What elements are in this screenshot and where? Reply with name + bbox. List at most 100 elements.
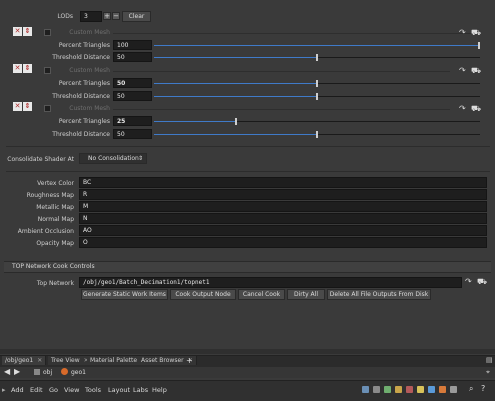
lod-3-percent-field[interactable]: 25 — [113, 116, 152, 126]
lod-2-threshold-field[interactable]: 50 — [113, 91, 152, 101]
consolidate-menu[interactable]: No Consolidation ⇕ — [79, 153, 147, 164]
consolidate-value: No Consolidation — [88, 155, 139, 162]
grid-icon[interactable] — [373, 386, 380, 393]
generate-static-work-items-button[interactable]: Generate Static Work Items — [81, 289, 168, 300]
map-label-metallic: Metallic Map — [36, 204, 74, 211]
pin-icon[interactable]: ⌖ — [486, 368, 490, 377]
back-arrow-icon[interactable]: ◀ — [4, 367, 10, 376]
lod-1-node-icon[interactable]: ↷ — [459, 28, 466, 37]
menu-layout[interactable]: Layout — [108, 386, 130, 394]
lods-add-button[interactable]: + — [103, 12, 111, 20]
menu-labs[interactable]: Labs — [133, 386, 148, 394]
lod-1-threshold-field[interactable]: 50 — [113, 52, 152, 62]
chooser-icon[interactable]: ⛟ — [477, 277, 487, 287]
toggle-icon[interactable]: ▸ — [2, 386, 6, 394]
lod-1-custom-mesh-checkbox[interactable] — [44, 29, 51, 36]
image-icon[interactable] — [417, 386, 424, 393]
reorder-icon: ⇕ — [23, 102, 32, 111]
lod-1-custom-mesh-label: Custom Mesh — [69, 29, 110, 36]
lod-3-custom-mesh-checkbox[interactable] — [44, 105, 51, 112]
path-obj[interactable]: obj — [43, 369, 52, 376]
lod-3-multiparm-buttons[interactable]: ✕ ⇕ — [13, 102, 34, 111]
delete-file-outputs-button[interactable]: Delete All File Outputs From Disk — [327, 289, 431, 300]
lod-1-threshold-slider[interactable] — [154, 54, 480, 61]
map-field-vertex-color[interactable]: BC — [79, 177, 487, 188]
lod-3-threshold-slider[interactable] — [154, 131, 480, 138]
map-field-metallic[interactable]: M — [79, 201, 487, 212]
menu-help[interactable]: Help — [152, 386, 167, 394]
slider-fill — [154, 57, 317, 58]
tree-icon[interactable] — [384, 386, 391, 393]
map-label-normal: Normal Map — [37, 216, 74, 223]
lod-1-multiparm-buttons[interactable]: ✕ ⇕ — [13, 27, 34, 36]
search-icon[interactable]: ⌕ — [469, 384, 473, 394]
lods-label: LODs — [57, 13, 73, 20]
menu-tools[interactable]: Tools — [85, 386, 101, 394]
lod-3-node-icon[interactable]: ↷ — [459, 104, 466, 113]
network-view-icon[interactable] — [362, 386, 369, 393]
slider-fill — [154, 121, 236, 122]
lod-3-chooser-icon[interactable]: ⛟ — [471, 104, 481, 114]
lod-2-percent-slider[interactable] — [154, 80, 480, 87]
color-icon[interactable] — [428, 386, 435, 393]
remove-icon: ✕ — [13, 27, 22, 36]
lod-2-custom-mesh-bar — [113, 71, 450, 72]
top-network-label: Top Network — [36, 280, 74, 287]
cancel-cook-button[interactable]: Cancel Cook — [238, 289, 285, 300]
lod-2-custom-mesh-checkbox[interactable] — [44, 67, 51, 74]
help-icon[interactable]: ? — [481, 384, 485, 393]
top-network-section-title: TOP Network Cook Controls — [12, 263, 95, 270]
lod-1-percent-field[interactable]: 100 — [113, 40, 152, 50]
map-label-ambient-occlusion: Ambient Occlusion — [17, 228, 74, 235]
map-label-roughness: Roughness Map — [26, 192, 74, 199]
divider — [6, 171, 490, 172]
flag-icon[interactable] — [439, 386, 446, 393]
lod-2-percent-field[interactable]: 50 — [113, 78, 152, 88]
obj-icon — [34, 369, 40, 375]
slider-fill — [154, 96, 317, 97]
lod-1-percent-slider[interactable] — [154, 42, 480, 49]
dirty-all-button[interactable]: Dirty All — [287, 289, 325, 300]
lod-1-threshold-label: Threshold Distance — [52, 54, 110, 61]
reorder-icon: ⇕ — [23, 27, 32, 36]
map-label-opacity: Opacity Map — [36, 240, 74, 247]
cook-output-node-button[interactable]: Cook Output Node — [170, 289, 236, 300]
lod-2-custom-mesh-label: Custom Mesh — [69, 67, 110, 74]
palette-icon[interactable] — [406, 386, 413, 393]
path-geo[interactable]: geo1 — [71, 369, 86, 376]
map-field-opacity[interactable]: O — [79, 237, 487, 248]
close-icon[interactable]: ✕ — [37, 357, 42, 364]
lod-2-threshold-slider[interactable] — [154, 93, 480, 100]
tab-network[interactable]: /obj/geo1 ✕ — [2, 356, 47, 365]
tab-label: Asset Browser — [141, 357, 184, 364]
forward-arrow-icon[interactable]: ▶ — [14, 367, 20, 376]
lod-3-threshold-field[interactable]: 50 — [113, 129, 152, 139]
slider-handle — [316, 131, 318, 138]
slider-fill — [154, 134, 317, 135]
menu-add[interactable]: Add — [11, 386, 24, 394]
pane-splitter[interactable] — [0, 349, 495, 354]
menu-view[interactable]: View — [64, 386, 79, 394]
lod-2-multiparm-buttons[interactable]: ✕ ⇕ — [13, 64, 34, 73]
info-icon[interactable] — [450, 386, 457, 393]
lod-3-percent-slider[interactable] — [154, 118, 480, 125]
slider-handle — [316, 80, 318, 87]
map-field-ambient-occlusion[interactable]: AO — [79, 225, 487, 236]
map-field-normal[interactable]: N — [79, 213, 487, 224]
node-jump-icon[interactable]: ↷ — [465, 277, 472, 286]
lods-remove-button[interactable]: − — [112, 12, 120, 20]
menu-edit[interactable]: Edit — [30, 386, 43, 394]
pane-menu-icon[interactable]: ▤ — [486, 356, 493, 364]
tab-tree-view[interactable]: Tree View✕ — [48, 356, 93, 365]
lods-clear-button[interactable]: Clear — [122, 11, 151, 22]
lod-1-chooser-icon[interactable]: ⛟ — [471, 28, 481, 38]
top-network-path-field[interactable]: /obj/geo1/Batch_Decimation1/topnet1 — [79, 277, 462, 288]
lod-2-chooser-icon[interactable]: ⛟ — [471, 66, 481, 76]
lod-2-node-icon[interactable]: ↷ — [459, 66, 466, 75]
add-tab-button[interactable]: + — [186, 356, 193, 365]
remove-icon: ✕ — [13, 64, 22, 73]
menu-go[interactable]: Go — [49, 386, 58, 394]
layout-icon[interactable] — [395, 386, 402, 393]
lods-value-field[interactable]: 3 — [80, 11, 102, 22]
map-field-roughness[interactable]: R — [79, 189, 487, 200]
